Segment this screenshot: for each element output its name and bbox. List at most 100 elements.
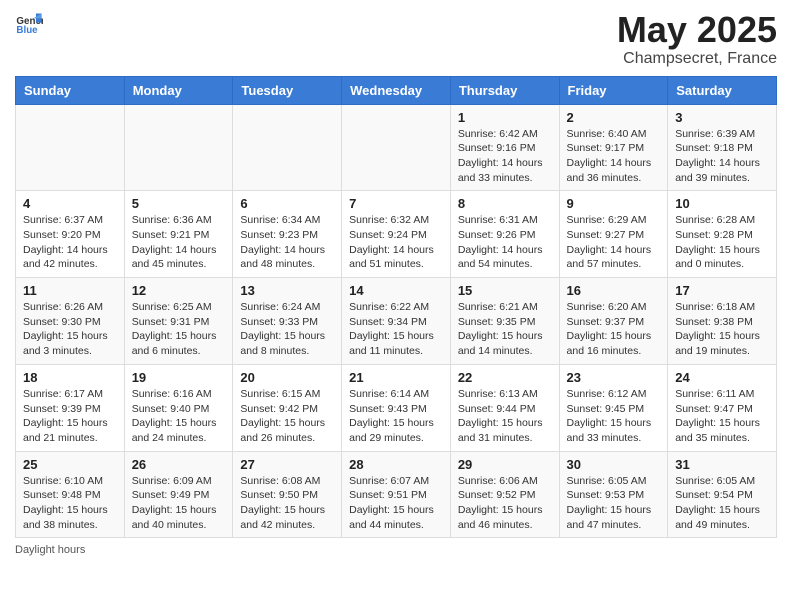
- weekday-header-friday: Friday: [559, 76, 668, 104]
- day-details: Sunrise: 6:24 AM Sunset: 9:33 PM Dayligh…: [240, 300, 334, 359]
- day-cell: 9 Sunrise: 6:29 AM Sunset: 9:27 PM Daylig…: [559, 191, 668, 278]
- day-cell: 12Sunrise: 6:25 AM Sunset: 9:31 PM Dayli…: [124, 278, 233, 365]
- day-details: Sunrise: 6:39 AM Sunset: 9:18 PM Dayligh…: [675, 127, 769, 186]
- day-number: 9: [567, 196, 661, 211]
- svg-text:Blue: Blue: [16, 25, 38, 36]
- day-cell: 22 Sunrise: 6:13 AM Sunset: 9:44 PM Dayli…: [450, 364, 559, 451]
- day-cell: 16 Sunrise: 6:20 AM Sunset: 9:37 PM Dayli…: [559, 278, 668, 365]
- day-number: 15: [458, 283, 552, 298]
- day-cell: 6 Sunrise: 6:34 AM Sunset: 9:23 PM Daylig…: [233, 191, 342, 278]
- day-cell: 20 Sunrise: 6:15 AM Sunset: 9:42 PM Dayli…: [233, 364, 342, 451]
- day-cell: 21Sunrise: 6:14 AM Sunset: 9:43 PM Dayli…: [342, 364, 451, 451]
- day-details: Sunrise: 6:12 AM Sunset: 9:45 PM Dayligh…: [567, 387, 661, 446]
- day-number: 29: [458, 457, 552, 472]
- day-details: Sunrise: 6:36 AM Sunset: 9:21 PM Dayligh…: [132, 213, 226, 272]
- header: General Blue May 2025 Champsecret, Franc…: [15, 10, 777, 68]
- day-details: Sunrise: 6:17 AM Sunset: 9:39 PM Dayligh…: [23, 387, 117, 446]
- day-number: 7: [349, 196, 443, 211]
- day-number: 10: [675, 196, 769, 211]
- day-number: 24: [675, 370, 769, 385]
- day-cell: 31 Sunrise: 6:05 AM Sunset: 9:54 PM Dayli…: [668, 451, 777, 538]
- day-number: 16: [567, 283, 661, 298]
- day-number: 23: [567, 370, 661, 385]
- day-cell: 8 Sunrise: 6:31 AM Sunset: 9:26 PM Daylig…: [450, 191, 559, 278]
- week-row-5: 25 Sunrise: 6:10 AM Sunset: 9:48 PM Dayli…: [16, 451, 777, 538]
- logo: General Blue: [15, 10, 43, 38]
- weekday-header-wednesday: Wednesday: [342, 76, 451, 104]
- weekday-header-saturday: Saturday: [668, 76, 777, 104]
- day-details: Sunrise: 6:16 AM Sunset: 9:40 PM Dayligh…: [132, 387, 226, 446]
- day-number: 19: [132, 370, 226, 385]
- day-details: Sunrise: 6:21 AM Sunset: 9:35 PM Dayligh…: [458, 300, 552, 359]
- day-details: Sunrise: 6:31 AM Sunset: 9:26 PM Dayligh…: [458, 213, 552, 272]
- calendar-subtitle: Champsecret, France: [617, 50, 777, 68]
- day-details: Sunrise: 6:05 AM Sunset: 9:54 PM Dayligh…: [675, 474, 769, 533]
- day-number: 31: [675, 457, 769, 472]
- day-cell: 29 Sunrise: 6:06 AM Sunset: 9:52 PM Dayli…: [450, 451, 559, 538]
- day-cell: 26 Sunrise: 6:09 AM Sunset: 9:49 PM Dayli…: [124, 451, 233, 538]
- day-number: 4: [23, 196, 117, 211]
- week-row-1: 1Sunrise: 6:42 AM Sunset: 9:16 PM Daylig…: [16, 104, 777, 191]
- week-row-4: 18 Sunrise: 6:17 AM Sunset: 9:39 PM Dayli…: [16, 364, 777, 451]
- day-details: Sunrise: 6:13 AM Sunset: 9:44 PM Dayligh…: [458, 387, 552, 446]
- day-number: 3: [675, 110, 769, 125]
- day-cell: [124, 104, 233, 191]
- day-details: Sunrise: 6:40 AM Sunset: 9:17 PM Dayligh…: [567, 127, 661, 186]
- day-number: 28: [349, 457, 443, 472]
- day-details: Sunrise: 6:20 AM Sunset: 9:37 PM Dayligh…: [567, 300, 661, 359]
- day-number: 22: [458, 370, 552, 385]
- week-row-3: 11 Sunrise: 6:26 AM Sunset: 9:30 PM Dayli…: [16, 278, 777, 365]
- day-cell: 15 Sunrise: 6:21 AM Sunset: 9:35 PM Dayli…: [450, 278, 559, 365]
- day-details: Sunrise: 6:07 AM Sunset: 9:51 PM Dayligh…: [349, 474, 443, 533]
- day-cell: 25 Sunrise: 6:10 AM Sunset: 9:48 PM Dayli…: [16, 451, 125, 538]
- day-cell: 18 Sunrise: 6:17 AM Sunset: 9:39 PM Dayli…: [16, 364, 125, 451]
- day-details: Sunrise: 6:06 AM Sunset: 9:52 PM Dayligh…: [458, 474, 552, 533]
- day-cell: 28 Sunrise: 6:07 AM Sunset: 9:51 PM Dayli…: [342, 451, 451, 538]
- day-cell: 3 Sunrise: 6:39 AM Sunset: 9:18 PM Daylig…: [668, 104, 777, 191]
- day-details: Sunrise: 6:29 AM Sunset: 9:27 PM Dayligh…: [567, 213, 661, 272]
- day-number: 20: [240, 370, 334, 385]
- day-cell: 30Sunrise: 6:05 AM Sunset: 9:53 PM Dayli…: [559, 451, 668, 538]
- day-number: 30: [567, 457, 661, 472]
- day-details: Sunrise: 6:37 AM Sunset: 9:20 PM Dayligh…: [23, 213, 117, 272]
- day-cell: 24Sunrise: 6:11 AM Sunset: 9:47 PM Dayli…: [668, 364, 777, 451]
- day-cell: 27 Sunrise: 6:08 AM Sunset: 9:50 PM Dayli…: [233, 451, 342, 538]
- day-cell: 4 Sunrise: 6:37 AM Sunset: 9:20 PM Daylig…: [16, 191, 125, 278]
- day-number: 17: [675, 283, 769, 298]
- day-number: 21: [349, 370, 443, 385]
- day-details: Sunrise: 6:34 AM Sunset: 9:23 PM Dayligh…: [240, 213, 334, 272]
- day-details: Sunrise: 6:28 AM Sunset: 9:28 PM Dayligh…: [675, 213, 769, 272]
- day-cell: 23 Sunrise: 6:12 AM Sunset: 9:45 PM Dayli…: [559, 364, 668, 451]
- day-cell: 14Sunrise: 6:22 AM Sunset: 9:34 PM Dayli…: [342, 278, 451, 365]
- day-details: Sunrise: 6:15 AM Sunset: 9:42 PM Dayligh…: [240, 387, 334, 446]
- day-cell: 11 Sunrise: 6:26 AM Sunset: 9:30 PM Dayli…: [16, 278, 125, 365]
- day-cell: [16, 104, 125, 191]
- weekday-header-tuesday: Tuesday: [233, 76, 342, 104]
- day-number: 26: [132, 457, 226, 472]
- day-cell: 1Sunrise: 6:42 AM Sunset: 9:16 PM Daylig…: [450, 104, 559, 191]
- day-number: 25: [23, 457, 117, 472]
- weekday-header-row: SundayMondayTuesdayWednesdayThursdayFrid…: [16, 76, 777, 104]
- day-number: 18: [23, 370, 117, 385]
- day-details: Sunrise: 6:26 AM Sunset: 9:30 PM Dayligh…: [23, 300, 117, 359]
- day-number: 8: [458, 196, 552, 211]
- day-details: Sunrise: 6:09 AM Sunset: 9:49 PM Dayligh…: [132, 474, 226, 533]
- day-cell: 19 Sunrise: 6:16 AM Sunset: 9:40 PM Dayli…: [124, 364, 233, 451]
- day-cell: 5Sunrise: 6:36 AM Sunset: 9:21 PM Daylig…: [124, 191, 233, 278]
- day-details: Sunrise: 6:08 AM Sunset: 9:50 PM Dayligh…: [240, 474, 334, 533]
- day-details: Sunrise: 6:22 AM Sunset: 9:34 PM Dayligh…: [349, 300, 443, 359]
- day-details: Sunrise: 6:25 AM Sunset: 9:31 PM Dayligh…: [132, 300, 226, 359]
- day-number: 2: [567, 110, 661, 125]
- title-area: May 2025 Champsecret, France: [617, 10, 777, 68]
- day-details: Sunrise: 6:18 AM Sunset: 9:38 PM Dayligh…: [675, 300, 769, 359]
- day-cell: 10 Sunrise: 6:28 AM Sunset: 9:28 PM Dayli…: [668, 191, 777, 278]
- week-row-2: 4 Sunrise: 6:37 AM Sunset: 9:20 PM Daylig…: [16, 191, 777, 278]
- calendar-table: SundayMondayTuesdayWednesdayThursdayFrid…: [15, 76, 777, 539]
- day-cell: 17 Sunrise: 6:18 AM Sunset: 9:38 PM Dayli…: [668, 278, 777, 365]
- day-number: 6: [240, 196, 334, 211]
- day-cell: [233, 104, 342, 191]
- day-details: Sunrise: 6:10 AM Sunset: 9:48 PM Dayligh…: [23, 474, 117, 533]
- weekday-header-sunday: Sunday: [16, 76, 125, 104]
- day-number: 11: [23, 283, 117, 298]
- day-number: 27: [240, 457, 334, 472]
